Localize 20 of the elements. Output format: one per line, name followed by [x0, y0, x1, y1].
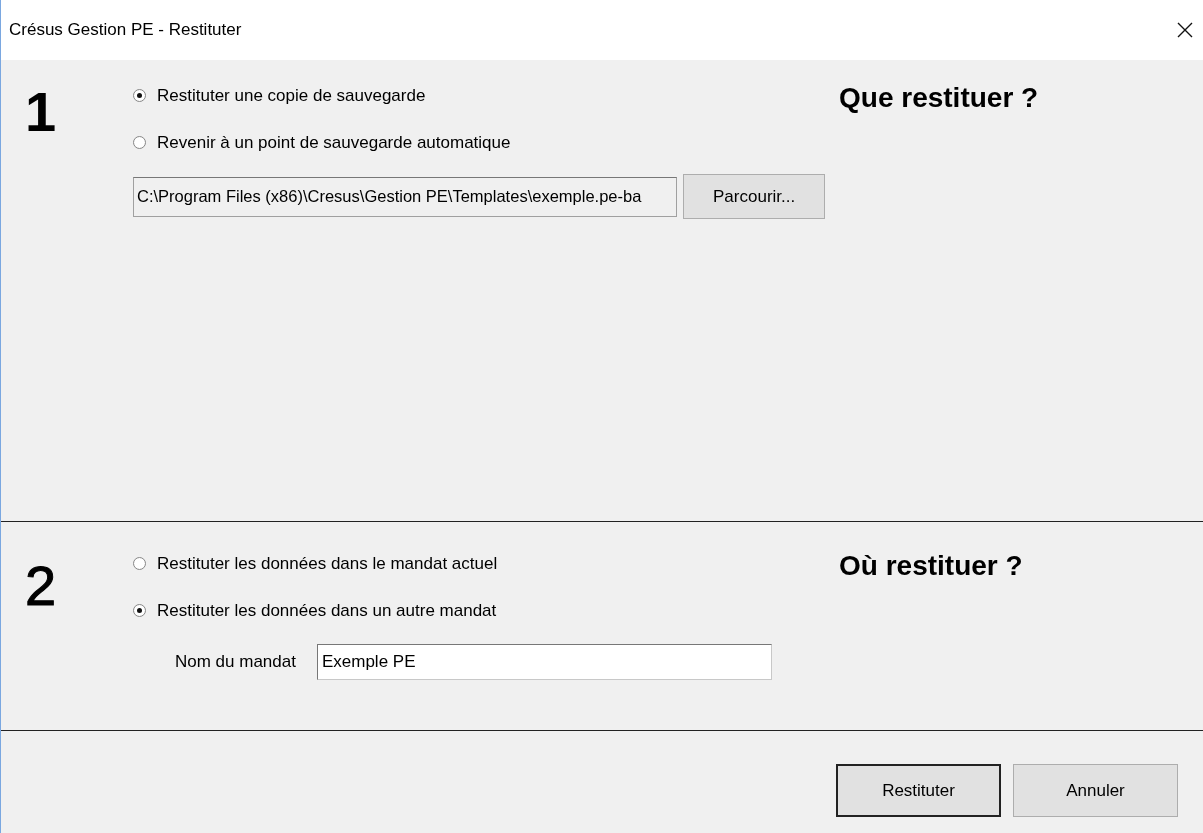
- radio-button[interactable]: [133, 604, 146, 617]
- field-label: Nom du mandat: [175, 652, 296, 672]
- dialog-button[interactable]: Annuler: [1013, 764, 1178, 817]
- radio-button[interactable]: [133, 136, 146, 149]
- section-heading: Que restituer ?: [838, 81, 1040, 115]
- close-icon[interactable]: [1177, 22, 1193, 38]
- step-number: 2: [24, 553, 58, 619]
- radio-label: Restituter les données dans le mandat actuel: [157, 553, 498, 574]
- name-field[interactable]: Exemple PE: [316, 644, 772, 680]
- radio-button[interactable]: [133, 89, 146, 102]
- radio-label: Restituter les données dans un autre mandat: [157, 600, 497, 621]
- dialog-button[interactable]: Restituter: [836, 764, 1001, 817]
- window-title: Crésus Gestion PE - Restituter: [9, 20, 242, 40]
- browse-button[interactable]: Parcourir...: [683, 174, 825, 219]
- section-heading: Où restituer ?: [838, 549, 1024, 583]
- radio-button[interactable]: [133, 557, 146, 570]
- step-number: 1: [24, 79, 58, 145]
- radio-label: Revenir à un point de sauvegarde automatique: [157, 132, 511, 153]
- path-field[interactable]: C:\Program Files (x86)\Cresus\Gestion PE\Templates\exemple.pe-ba: [133, 176, 678, 217]
- radio-label: Restituter une copie de sauvegarde: [157, 85, 426, 106]
